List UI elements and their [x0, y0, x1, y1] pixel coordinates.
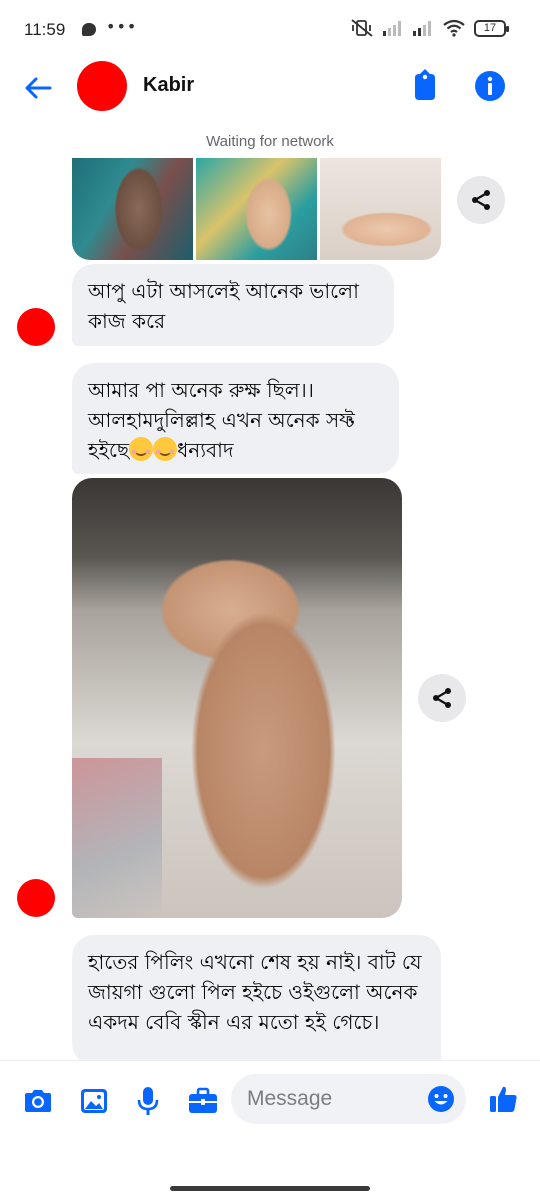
camera-icon[interactable] [22, 1085, 54, 1117]
sender-avatar[interactable] [17, 308, 55, 346]
status-bar: 11:59 ••• 17 [0, 0, 540, 60]
contact-avatar[interactable] [77, 61, 127, 111]
photo-thumbnail[interactable] [320, 158, 441, 260]
more-notifications-icon: ••• [106, 17, 138, 36]
message-text-end: ধন্যবাদ [177, 438, 234, 462]
contact-name[interactable]: Kabir [143, 74, 194, 97]
signal-icon-2 [413, 21, 431, 36]
share-button[interactable] [418, 674, 466, 722]
signal-icon-1 [383, 21, 401, 36]
photo-thumbnail[interactable] [196, 158, 317, 260]
photo-message[interactable] [72, 478, 402, 918]
tag-icon[interactable] [410, 68, 440, 102]
share-icon [433, 688, 451, 708]
network-status-banner: Waiting for network [206, 133, 334, 150]
message-bubble[interactable]: আপু এটা আসলেই আনেক ভালো কাজ করে [72, 264, 394, 346]
chat-header: Kabir [0, 58, 540, 116]
message-bubble[interactable]: আমার পা অনেক রুক্ষ ছিল।। আলহামদুলিল্লাহ … [72, 363, 399, 474]
image-attachment-group[interactable] [72, 158, 441, 260]
share-button[interactable] [457, 176, 505, 224]
vibrate-off-icon [351, 19, 373, 37]
message-bubble[interactable]: হাতের পিলিং এখনো শেষ হয় নাই। বাট যে জায… [72, 935, 441, 1065]
back-arrow-icon[interactable] [20, 70, 56, 106]
smiling-face-emoji-icon [129, 437, 154, 461]
photo-thumbnail[interactable] [72, 158, 193, 260]
briefcase-icon[interactable] [187, 1085, 219, 1117]
message-text: আপু এটা আসলেই আনেক ভালো কাজ করে [88, 279, 359, 333]
sender-avatar[interactable] [17, 879, 55, 917]
message-text: হাতের পিলিং এখনো শেষ হয় নাই। বাট যে জায… [88, 950, 422, 1034]
wifi-icon [443, 19, 465, 37]
battery-indicator: 17 [474, 19, 509, 37]
share-icon [472, 190, 490, 210]
smiling-face-emoji-icon [153, 437, 178, 461]
composer-bar [0, 1060, 540, 1140]
home-indicator[interactable] [170, 1186, 370, 1191]
gallery-icon[interactable] [78, 1085, 110, 1117]
chat-notification-icon [82, 23, 96, 36]
emoji-icon[interactable] [427, 1085, 455, 1113]
microphone-icon[interactable] [132, 1085, 164, 1117]
info-icon[interactable] [474, 70, 506, 102]
thumbs-up-icon[interactable] [488, 1083, 520, 1115]
status-time: 11:59 [24, 20, 66, 39]
